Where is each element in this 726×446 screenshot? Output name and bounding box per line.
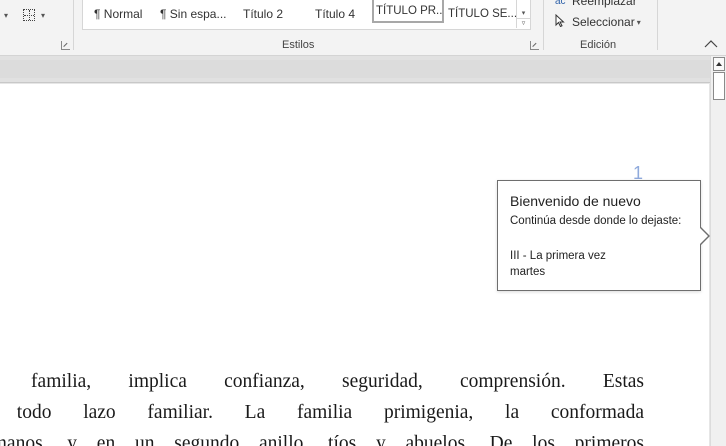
style-label: ¶ Normal [94, 7, 143, 21]
gallery-down-button[interactable]: ▾ [517, 9, 530, 18]
ruler-bar [0, 60, 710, 78]
collapse-ribbon-button[interactable] [703, 37, 719, 51]
style-label: ¶ Sin espa... [160, 7, 227, 21]
paragraph-controls: ▾ ▾ [0, 6, 47, 24]
callout-pointer-fill [700, 228, 708, 244]
scroll-thumb[interactable] [713, 72, 725, 100]
group-separator [543, 0, 544, 50]
body-text[interactable]: de una familia, implica confianza, segur… [0, 366, 644, 446]
gallery-up-button[interactable] [517, 0, 530, 9]
body-line: ran en todo lazo familiar. La familia pr… [0, 402, 644, 423]
replace-label: Reemplazar [572, 0, 637, 8]
styles-group-label: Estilos [282, 39, 315, 51]
gallery-more-button[interactable]: ▿ [517, 18, 530, 27]
body-line: de una familia, implica confianza, segur… [0, 371, 644, 392]
chevron-down-icon: ▾ [41, 10, 46, 20]
replace-button[interactable]: ac Reemplazar [555, 0, 637, 8]
chevron-up-icon [704, 40, 718, 48]
group-separator [657, 0, 658, 50]
styles-gallery: ¶ Normal ¶ Sin espa... Título 2 Título 4… [82, 0, 531, 30]
style-label: Título 2 [243, 7, 284, 21]
vertical-scrollbar[interactable] [710, 56, 726, 446]
chevron-down-icon: ▾ [636, 17, 641, 27]
editing-group-label: Edición [580, 39, 617, 51]
borders-icon [23, 9, 36, 21]
callout-title: Bienvenido de nuevo [510, 193, 641, 209]
ruler [0, 56, 710, 83]
chevron-down-icon: ▾ [4, 10, 9, 20]
select-label: Seleccionar [572, 15, 635, 29]
style-titulo-secundario[interactable]: TÍTULO SE... [448, 0, 518, 28]
replace-icon: ac [555, 0, 566, 7]
shading-button[interactable]: ▾ [0, 7, 10, 23]
borders-button[interactable]: ▾ [21, 7, 47, 23]
select-button[interactable]: Seleccionar ▾ [555, 13, 641, 30]
style-label: Título 4 [315, 7, 356, 21]
scroll-up-button[interactable] [713, 57, 725, 71]
welcome-back-callout[interactable]: Bienvenido de nuevo Continúa desde donde… [497, 180, 701, 291]
ribbon: ▾ ▾ ¶ Normal ¶ Sin espa... Título 2 Títu… [0, 0, 726, 56]
style-label: TÍTULO PR... [376, 4, 444, 17]
group-separator [73, 0, 74, 50]
resume-day: martes [510, 266, 546, 278]
resume-location-link[interactable]: III - La primera vez [510, 250, 606, 262]
style-label: TÍTULO SE... [448, 8, 518, 20]
style-sin-espaciado[interactable]: ¶ Sin espa... [160, 0, 240, 28]
callout-subtitle: Continúa desde donde lo dejaste: [510, 215, 682, 227]
style-titulo-2[interactable]: Título 2 [243, 0, 313, 28]
cursor-arrow-icon [555, 13, 569, 30]
paragraph-dialog-launcher[interactable] [61, 41, 70, 50]
style-normal[interactable]: ¶ Normal [94, 0, 160, 28]
styles-dialog-launcher[interactable] [530, 41, 539, 50]
style-titulo-principal[interactable]: TÍTULO PR... [372, 0, 444, 23]
body-line: s y hermanos, y en un segundo anillo, tí… [0, 433, 644, 446]
gallery-scroll: ▾ ▿ [516, 0, 530, 28]
